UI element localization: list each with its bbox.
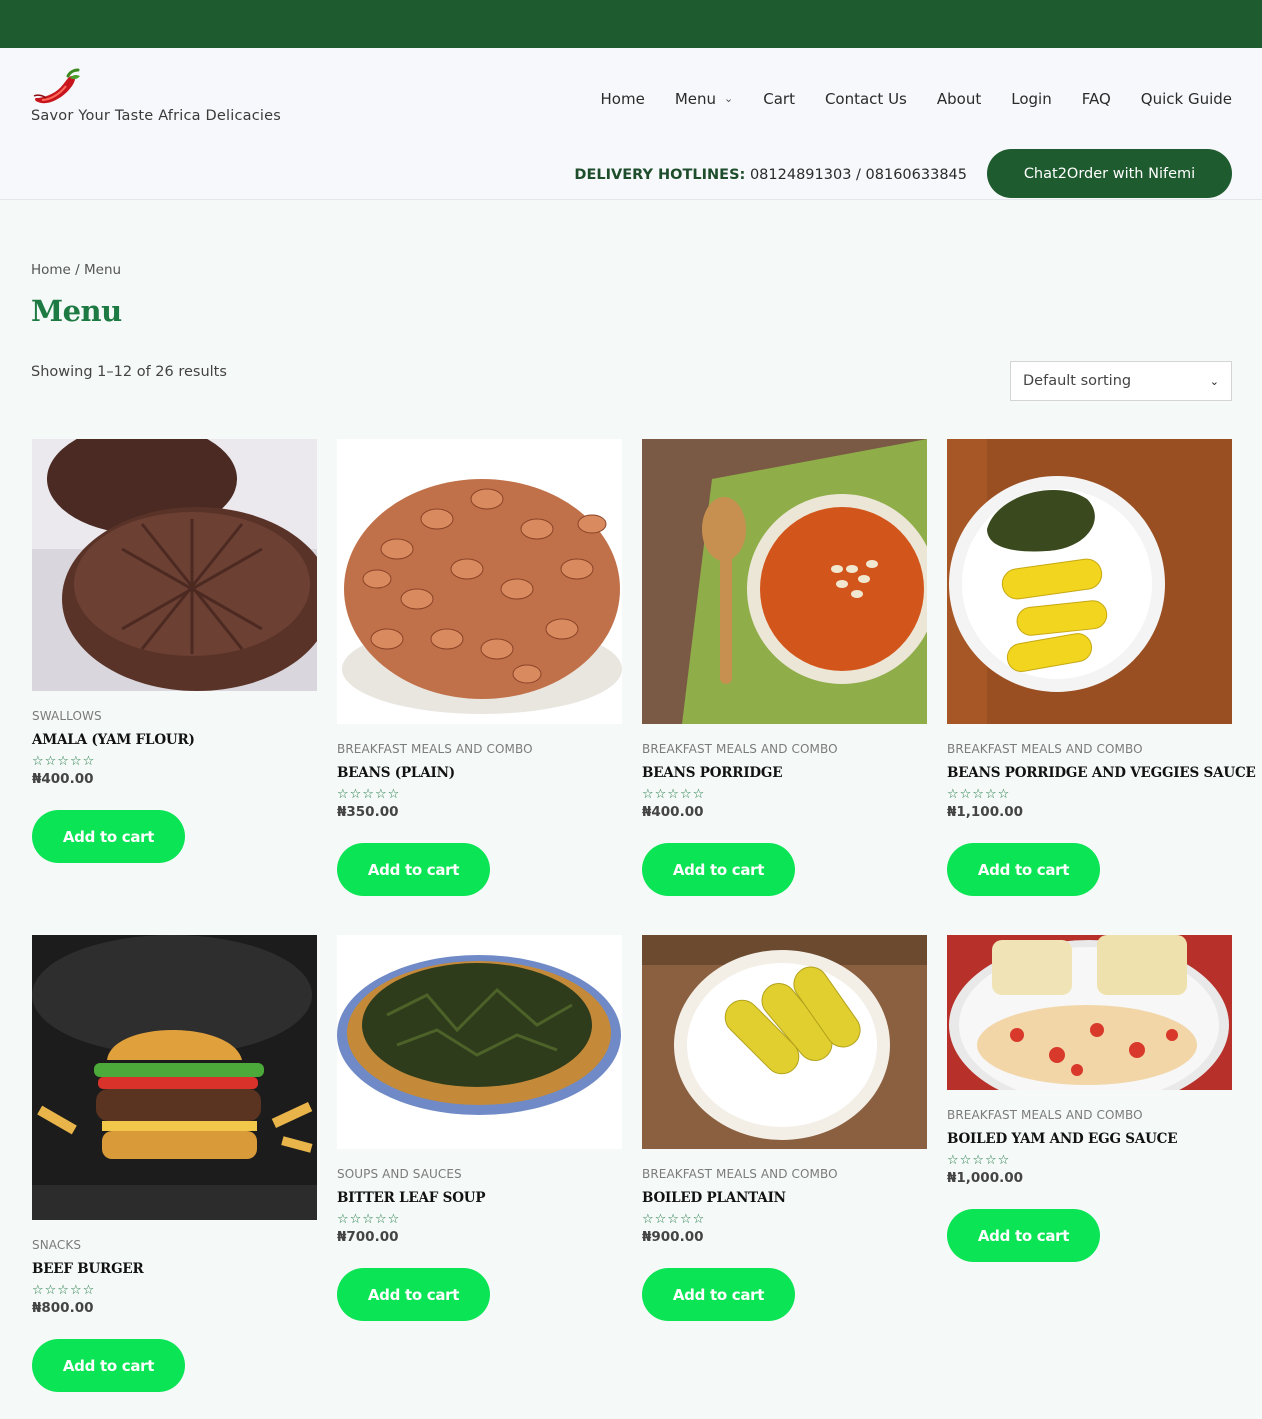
product-category[interactable]: SNACKS <box>32 1238 317 1252</box>
product-card: BREAKFAST MEALS AND COMBO BEANS (PLAIN) … <box>337 439 622 896</box>
product-name[interactable]: BOILED PLANTAIN <box>642 1190 927 1206</box>
add-to-cart-button[interactable]: Add to cart <box>32 810 185 863</box>
breadcrumb-separator: / <box>75 262 80 278</box>
chevron-down-icon: ⌄ <box>1209 374 1219 388</box>
product-name[interactable]: BEEF BURGER <box>32 1261 317 1277</box>
rating-stars: ☆☆☆☆☆ <box>947 787 1011 802</box>
product-category[interactable]: SOUPS AND SAUCES <box>337 1167 622 1181</box>
nav-quick-guide[interactable]: Quick Guide <box>1141 90 1232 108</box>
product-card: BREAKFAST MEALS AND COMBO BOILED YAM AND… <box>947 935 1232 1262</box>
rating-stars: ☆☆☆☆☆ <box>32 754 96 769</box>
product-card: BREAKFAST MEALS AND COMBO BEANS PORRIDGE… <box>642 439 927 896</box>
product-card: SNACKS BEEF BURGER ☆☆☆☆☆ ₦800.00 Add to … <box>32 935 317 1392</box>
product-name[interactable]: BEANS PORRIDGE <box>642 765 927 781</box>
result-count: Showing 1–12 of 26 results <box>31 364 227 380</box>
product-price: ₦900.00 <box>642 1229 704 1245</box>
rating-stars: ☆☆☆☆☆ <box>642 1212 706 1227</box>
product-price: ₦1,000.00 <box>947 1170 1024 1186</box>
product-name[interactable]: BITTER LEAF SOUP <box>337 1190 622 1206</box>
nav-login[interactable]: Login <box>1011 90 1051 108</box>
breadcrumb: Home / Menu <box>31 262 121 278</box>
product-price: ₦1,100.00 <box>947 804 1024 820</box>
plantain-image[interactable] <box>642 935 927 1149</box>
rating-stars: ☆☆☆☆☆ <box>32 1283 96 1298</box>
add-to-cart-button[interactable]: Add to cart <box>337 843 490 896</box>
product-name[interactable]: AMALA (YAM FLOUR) <box>32 732 317 748</box>
product-price: ₦700.00 <box>337 1229 399 1245</box>
product-card: SWALLOWS AMALA (YAM FLOUR) ☆☆☆☆☆ ₦400.00… <box>32 439 317 863</box>
nav-cart[interactable]: Cart <box>763 90 795 108</box>
rating-stars: ☆☆☆☆☆ <box>642 787 706 802</box>
breadcrumb-home[interactable]: Home <box>31 262 71 278</box>
product-card: BREAKFAST MEALS AND COMBO BOILED PLANTAI… <box>642 935 927 1321</box>
delivery-hotlines: DELIVERY HOTLINES: 08124891303 / 0816063… <box>574 167 967 183</box>
product-category[interactable]: BREAKFAST MEALS AND COMBO <box>337 742 622 756</box>
site-header: Savor Your Taste Africa Delicacies Home … <box>0 48 1262 200</box>
product-card: BREAKFAST MEALS AND COMBO BEANS PORRIDGE… <box>947 439 1256 896</box>
chili-pepper-logo[interactable] <box>32 66 84 108</box>
hotline-numbers: 08124891303 / 08160633845 <box>749 167 967 183</box>
nav-faq[interactable]: FAQ <box>1082 90 1111 108</box>
rating-stars: ☆☆☆☆☆ <box>947 1153 1011 1168</box>
add-to-cart-button[interactable]: Add to cart <box>337 1268 490 1321</box>
add-to-cart-button[interactable]: Add to cart <box>947 843 1100 896</box>
product-price: ₦350.00 <box>337 804 399 820</box>
product-category[interactable]: BREAKFAST MEALS AND COMBO <box>947 1108 1232 1122</box>
product-price: ₦800.00 <box>32 1300 94 1316</box>
add-to-cart-button[interactable]: Add to cart <box>642 1268 795 1321</box>
soup-image[interactable] <box>337 935 622 1149</box>
burger-image[interactable] <box>32 935 317 1220</box>
main-nav: Home Menu ⌄ Cart Contact Us About Login … <box>571 90 1232 108</box>
product-category[interactable]: BREAKFAST MEALS AND COMBO <box>947 742 1232 756</box>
nav-menu-label: Menu <box>674 90 717 108</box>
add-to-cart-button[interactable]: Add to cart <box>32 1339 185 1392</box>
hotline-label: DELIVERY HOTLINES: <box>574 167 746 183</box>
product-category[interactable]: SWALLOWS <box>32 709 317 723</box>
nav-home[interactable]: Home <box>601 90 645 108</box>
amala-image[interactable] <box>32 439 317 691</box>
sort-selected-value: Default sorting <box>1023 373 1132 389</box>
nav-menu[interactable]: Menu ⌄ <box>675 90 733 108</box>
nav-contact-us[interactable]: Contact Us <box>825 90 907 108</box>
product-category[interactable]: BREAKFAST MEALS AND COMBO <box>642 742 927 756</box>
nav-about[interactable]: About <box>937 90 981 108</box>
breadcrumb-current: Menu <box>84 262 122 278</box>
rating-stars: ☆☆☆☆☆ <box>337 787 401 802</box>
add-to-cart-button[interactable]: Add to cart <box>947 1209 1100 1262</box>
product-name[interactable]: BOILED YAM AND EGG SAUCE <box>947 1131 1232 1147</box>
porridge-image[interactable] <box>642 439 927 724</box>
yam-egg-image[interactable] <box>947 935 1232 1090</box>
chevron-down-icon: ⌄ <box>724 91 734 105</box>
product-category[interactable]: BREAKFAST MEALS AND COMBO <box>642 1167 927 1181</box>
beans-image[interactable] <box>337 439 622 724</box>
product-card: SOUPS AND SAUCES BITTER LEAF SOUP ☆☆☆☆☆ … <box>337 935 622 1321</box>
product-price: ₦400.00 <box>32 771 94 787</box>
plantain-veggies-image[interactable] <box>947 439 1232 724</box>
rating-stars: ☆☆☆☆☆ <box>337 1212 401 1227</box>
sort-select[interactable]: Default sorting ⌄ <box>1010 361 1232 401</box>
site-tagline: Savor Your Taste Africa Delicacies <box>31 108 282 124</box>
add-to-cart-button[interactable]: Add to cart <box>642 843 795 896</box>
chat-to-order-button[interactable]: Chat2Order with Nifemi <box>987 149 1232 198</box>
top-bar <box>0 0 1262 48</box>
page-title: Menu <box>31 294 122 328</box>
product-price: ₦400.00 <box>642 804 704 820</box>
product-name[interactable]: BEANS PORRIDGE AND VEGGIES SAUCE <box>947 765 1256 781</box>
product-name[interactable]: BEANS (PLAIN) <box>337 765 622 781</box>
